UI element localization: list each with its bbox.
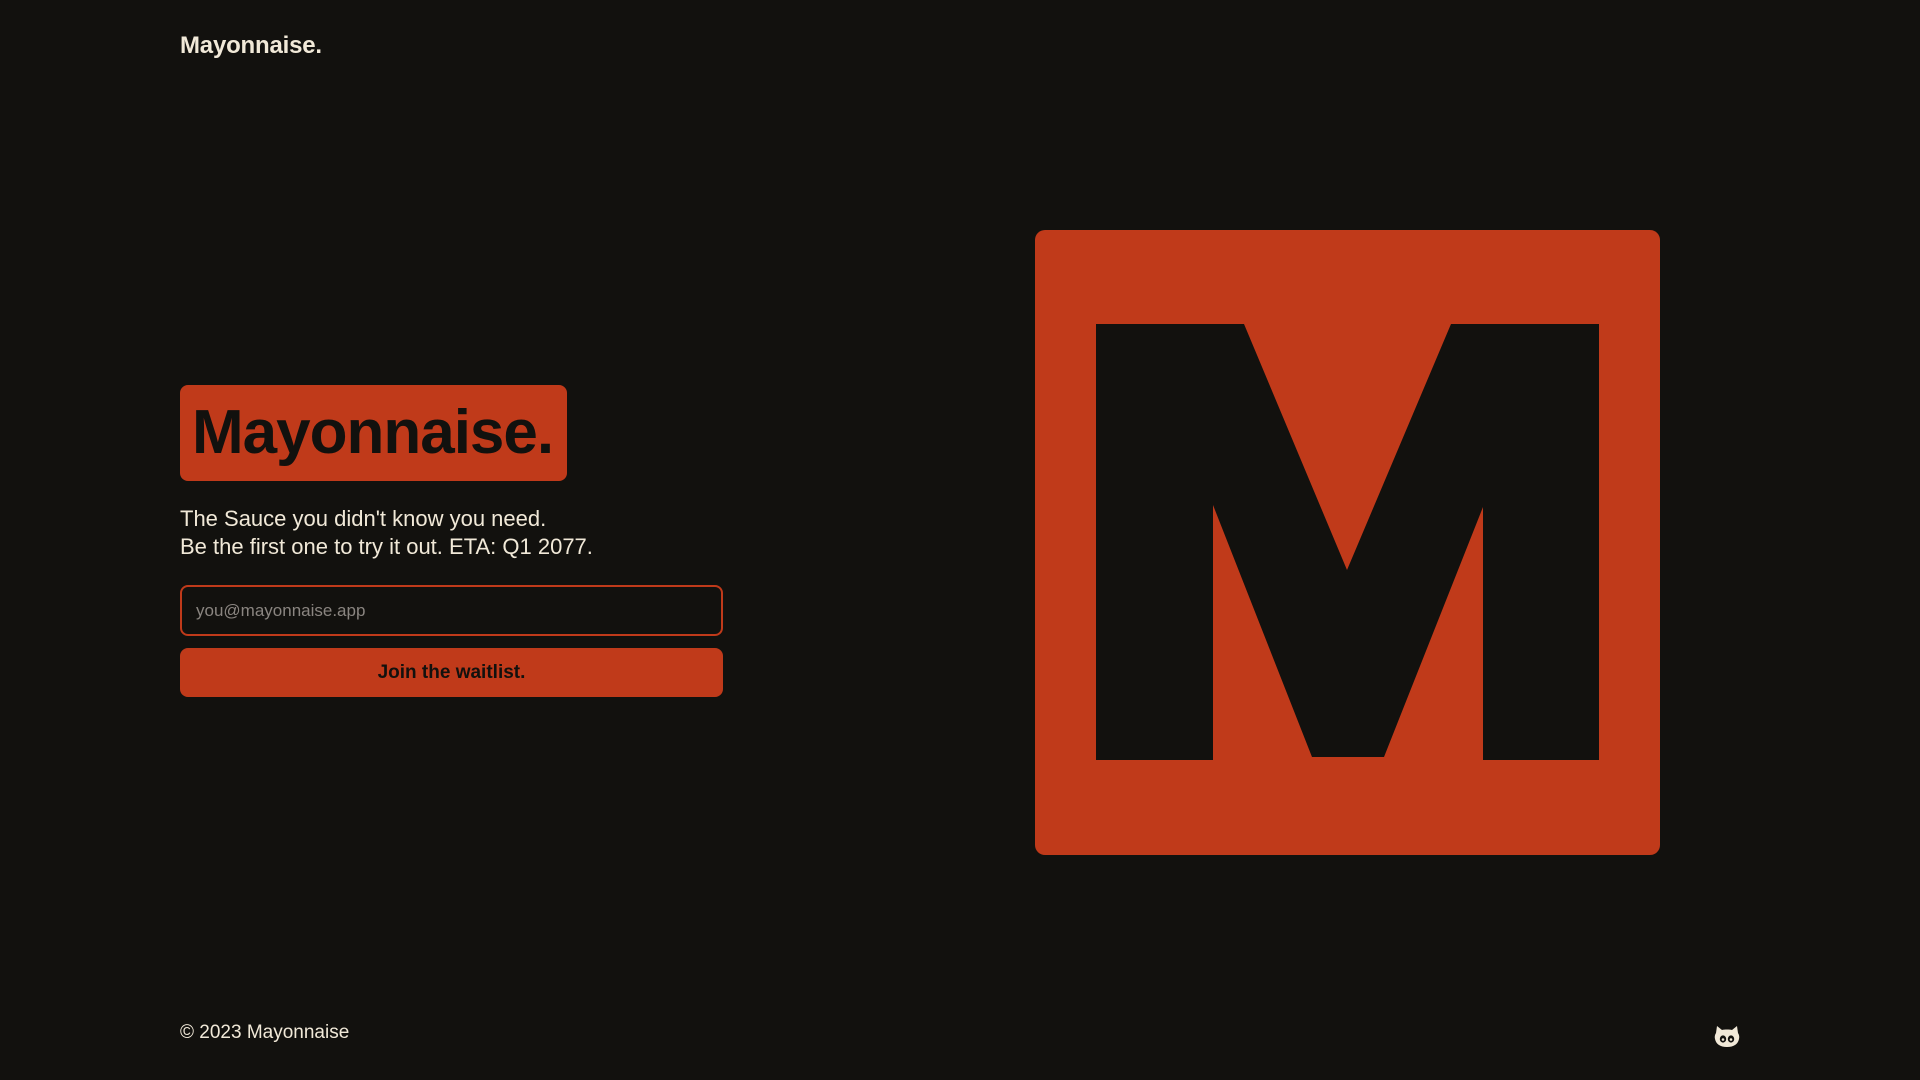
landing-page: Mayonnaise. Mayonnaise. The Sauce you di… <box>0 0 1920 1080</box>
hero-section: Mayonnaise. The Sauce you didn't know yo… <box>180 385 725 697</box>
hero-title: Mayonnaise. <box>180 385 568 481</box>
footer-copyright: © 2023 Mayonnaise <box>180 1022 350 1043</box>
tagline-line-1: The Sauce you didn't know you need. <box>180 506 547 531</box>
github-icon <box>1714 1026 1740 1047</box>
m-logo-mark <box>1035 230 1660 855</box>
tagline: The Sauce you didn't know you need. Be t… <box>180 505 725 561</box>
tagline-line-2: Be the first one to try it out. ETA: Q1 … <box>180 534 593 559</box>
join-waitlist-button[interactable]: Join the waitlist. <box>180 648 723 697</box>
header-logo[interactable]: Mayonnaise. <box>180 32 322 60</box>
email-field[interactable] <box>180 585 723 636</box>
github-link[interactable] <box>1713 1022 1741 1050</box>
